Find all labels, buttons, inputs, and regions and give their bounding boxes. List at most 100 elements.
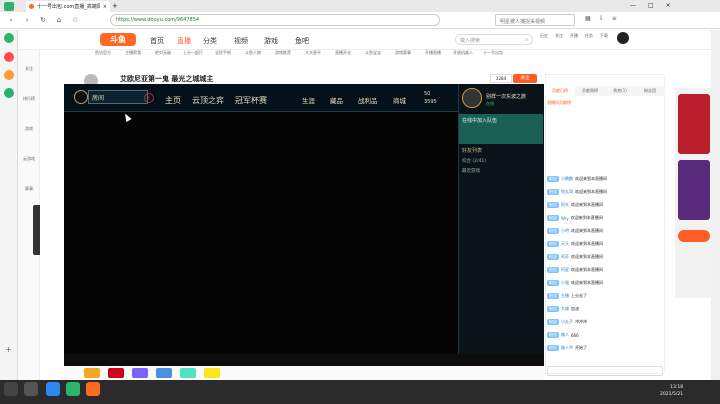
chat-username[interactable]: 鱼丸哥	[561, 189, 573, 195]
taskbar-search-icon[interactable]	[24, 382, 38, 396]
browser-tab[interactable]: 十一号出包.com直播_高端局游戏门户×	[26, 1, 110, 12]
extension-icon[interactable]: ▦	[585, 15, 591, 22]
chat-username[interactable]: 阿芳	[561, 254, 569, 260]
start-live-button[interactable]: 开播	[570, 33, 578, 39]
menu-icon[interactable]: ≡	[612, 15, 617, 22]
nav-forum[interactable]: 鱼吧	[295, 36, 309, 46]
task-button[interactable]: 任务	[585, 33, 593, 39]
ad-banner-1[interactable]	[678, 94, 710, 154]
category-item[interactable]: 主播帮我	[120, 50, 146, 64]
gift-icon[interactable]	[204, 368, 220, 378]
user-avatar[interactable]	[617, 32, 629, 44]
sidebar-item-game[interactable]: 游戏	[18, 126, 40, 132]
home-icon[interactable]: ⌂	[54, 15, 64, 25]
page-scrollbar[interactable]	[711, 30, 720, 380]
category-item[interactable]: 十一号出包	[480, 50, 506, 64]
category-item[interactable]: 开放机器人	[450, 50, 476, 64]
follow-button[interactable]: 关注	[513, 74, 537, 83]
category-item[interactable]: 全民手柄	[210, 50, 236, 64]
gift-icon[interactable]	[84, 368, 100, 378]
chat-username[interactable]: 阿星	[561, 267, 569, 273]
taskbar-app-icon[interactable]	[46, 382, 60, 396]
alert-icon[interactable]: !	[144, 93, 154, 103]
lol-friend-banner[interactable]: 在线中加入队伍	[459, 114, 543, 144]
chat-username[interactable]: 阿东	[561, 202, 569, 208]
site-logo[interactable]: 斗鱼	[100, 33, 136, 46]
chat-input[interactable]	[547, 366, 663, 376]
ad-cta-button[interactable]	[678, 230, 710, 242]
maximize-icon[interactable]: □	[648, 2, 654, 9]
chat-username[interactable]: 小明	[561, 228, 569, 234]
category-item[interactable]: 直播开业	[330, 50, 356, 64]
start-icon[interactable]	[4, 382, 18, 396]
category-item[interactable]: 绝对无敌	[150, 50, 176, 64]
category-item[interactable]: 上分一起打	[180, 50, 206, 64]
tab-daily-rank[interactable]: 贡献日榜	[545, 86, 575, 96]
gift-icon[interactable]	[132, 368, 148, 378]
taskbar-douyu-icon[interactable]	[86, 382, 100, 396]
sidebar-weibo-icon[interactable]	[4, 52, 14, 62]
player-control-bar[interactable]	[64, 354, 544, 366]
sidebar-item-follow[interactable]: 关注	[18, 66, 40, 72]
ad-banner-2[interactable]	[678, 160, 710, 220]
lol-player-avatar[interactable]	[462, 88, 482, 108]
window-close-icon[interactable]: ×	[666, 2, 671, 9]
download-app-button[interactable]: 下载	[600, 33, 608, 39]
chat-username[interactable]: 天天	[561, 241, 569, 247]
category-item[interactable]: 斗鱼宝宝	[360, 50, 386, 64]
sidebar-item-cloud-game[interactable]: 云游戏	[18, 156, 40, 162]
reload-icon[interactable]: ↻	[38, 15, 48, 25]
nav-category[interactable]: 分类	[203, 36, 217, 46]
lol-tab-tft[interactable]: 云顶之弈	[192, 95, 224, 106]
close-icon[interactable]: ×	[103, 4, 107, 10]
tab-fans[interactable]: 粉丝团	[635, 86, 665, 96]
gift-icon[interactable]	[156, 368, 172, 378]
browser-search-field[interactable]: 明星被人捕捉采视频	[495, 14, 575, 26]
tab-vip[interactable]: 贵宾(1)	[605, 86, 635, 96]
site-search-input[interactable]: 输入搜索 ⌕	[455, 34, 533, 45]
lol-tab-store[interactable]: 商城	[393, 95, 406, 105]
nav-home[interactable]: 首页	[150, 36, 164, 46]
chat-username[interactable]: 大雄	[561, 306, 569, 312]
download-icon[interactable]: ⇩	[599, 15, 604, 22]
lol-tab-home[interactable]: 主页	[165, 95, 181, 106]
gift-icon[interactable]	[180, 368, 196, 378]
tab-weekly-rank[interactable]: 贡献周榜	[575, 86, 605, 96]
category-item[interactable]: 鱼坑官方	[90, 50, 116, 64]
sidebar-item-rank[interactable]: 排行榜	[18, 96, 40, 102]
nav-game[interactable]: 游戏	[264, 36, 278, 46]
taskbar-browser-icon[interactable]	[66, 382, 80, 396]
chat-username[interactable]: 路人	[561, 332, 569, 338]
lol-tab-profile[interactable]: 生涯	[302, 95, 315, 105]
search-icon[interactable]: ⌕	[525, 37, 528, 43]
chat-username[interactable]: 小鹏鹏	[561, 176, 573, 182]
star-icon[interactable]: ☆	[70, 15, 80, 25]
chat-username[interactable]: Wry	[561, 216, 569, 221]
lol-group-general[interactable]: 综合 (2/41)	[462, 158, 486, 164]
lol-room-button[interactable]: 房间	[88, 90, 148, 104]
history-button[interactable]: 历史	[540, 33, 548, 39]
sidebar-collapse-handle[interactable]	[33, 205, 40, 255]
follow-list-button[interactable]: 关注	[555, 33, 563, 39]
minimize-icon[interactable]: —	[630, 2, 636, 9]
gift-icon[interactable]	[108, 368, 124, 378]
forward-icon[interactable]: ›	[22, 15, 32, 25]
sidebar-item-esports[interactable]: 赛事	[18, 186, 40, 192]
category-item[interactable]: 斗鱼人物	[240, 50, 266, 64]
chat-username[interactable]: 主播	[561, 293, 569, 299]
lol-tab-clash[interactable]: 冠军杯赛	[235, 95, 267, 106]
new-tab-icon[interactable]: +	[112, 2, 118, 10]
lol-group-recent[interactable]: 最近游戏	[462, 168, 480, 174]
sidebar-app-icon[interactable]	[4, 33, 14, 43]
nav-video[interactable]: 视频	[234, 36, 248, 46]
back-icon[interactable]: ‹	[6, 15, 16, 25]
sidebar-taobao-icon[interactable]	[4, 70, 14, 80]
chat-username[interactable]: 路人甲	[561, 345, 573, 351]
sidebar-app-icon-2[interactable]	[4, 88, 14, 98]
category-item[interactable]: 开播直播	[420, 50, 446, 64]
sidebar-add-icon[interactable]: +	[5, 345, 12, 354]
lol-tab-loot[interactable]: 战利品	[358, 95, 378, 105]
url-field[interactable]: https://www.douyu.com/9647854	[110, 14, 440, 26]
category-item[interactable]: 游戏推荐	[270, 50, 296, 64]
chat-username[interactable]: 小强	[561, 280, 569, 286]
